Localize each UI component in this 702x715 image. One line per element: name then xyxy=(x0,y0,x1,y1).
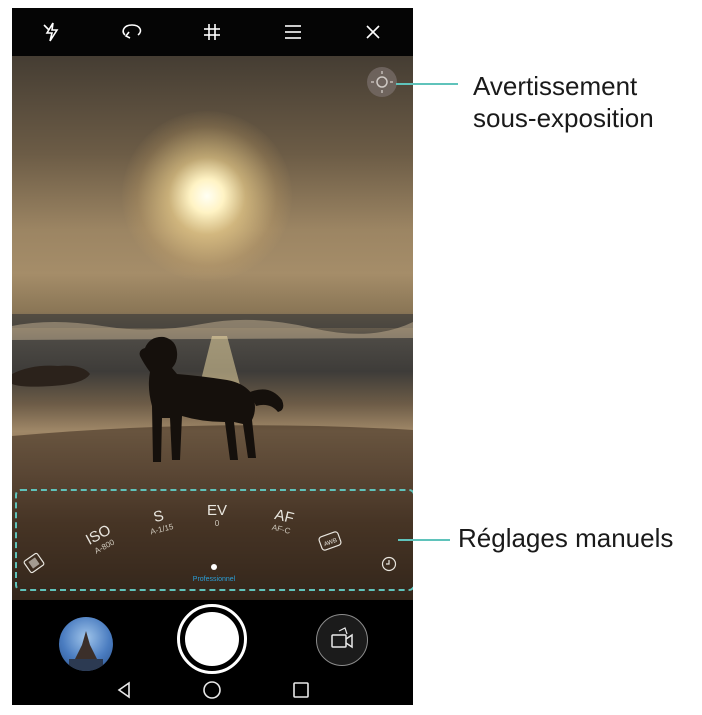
close-icon[interactable] xyxy=(353,12,393,52)
underexposure-callout: Avertissement sous-exposition xyxy=(473,70,654,134)
gallery-thumbnail[interactable] xyxy=(59,617,113,671)
metering-icon[interactable] xyxy=(22,551,46,574)
timer-icon[interactable] xyxy=(381,556,397,572)
back-icon[interactable] xyxy=(111,677,137,703)
menu-icon[interactable] xyxy=(273,12,313,52)
shutter-button-inner xyxy=(185,612,239,666)
manual-settings-callout: Réglages manuels xyxy=(458,523,674,553)
ev-value: 0 xyxy=(214,519,220,528)
beach-rock xyxy=(12,365,90,387)
underexposure-callout-line xyxy=(396,83,458,85)
manual-callout-line xyxy=(398,539,450,541)
ev-label: EV xyxy=(206,502,227,519)
underexposure-warning-icon[interactable] xyxy=(367,67,397,97)
flash-off-icon[interactable] xyxy=(32,12,72,52)
home-icon[interactable] xyxy=(199,677,225,703)
camera-screen: ISO A-800 S A-1/15 EV 0 AF AF-C AWB Prof… xyxy=(12,8,413,705)
shutter-speed-control[interactable]: S A-1/15 xyxy=(132,503,189,541)
video-switch-icon[interactable] xyxy=(316,614,368,666)
white-balance-icon[interactable]: AWB xyxy=(317,530,343,553)
af-control[interactable]: AF AF-C xyxy=(255,503,312,541)
system-nav-bar xyxy=(12,675,413,705)
iso-control[interactable]: ISO A-800 xyxy=(72,516,130,563)
camera-top-bar xyxy=(12,8,413,56)
recents-icon[interactable] xyxy=(288,677,314,703)
underexposure-callout-line1: Avertissement xyxy=(473,71,638,101)
shutter-button[interactable] xyxy=(177,604,247,674)
camera-bottom-bar xyxy=(12,600,413,705)
ev-control[interactable]: EV 0 xyxy=(195,503,239,529)
manual-settings-panel: ISO A-800 S A-1/15 EV 0 AF AF-C AWB xyxy=(15,489,413,591)
grid-icon[interactable] xyxy=(192,12,232,52)
underexposure-callout-line2: sous-exposition xyxy=(473,103,654,133)
panorama-icon[interactable] xyxy=(112,12,152,52)
camera-viewfinder[interactable]: ISO A-800 S A-1/15 EV 0 AF AF-C AWB Prof… xyxy=(12,56,413,600)
